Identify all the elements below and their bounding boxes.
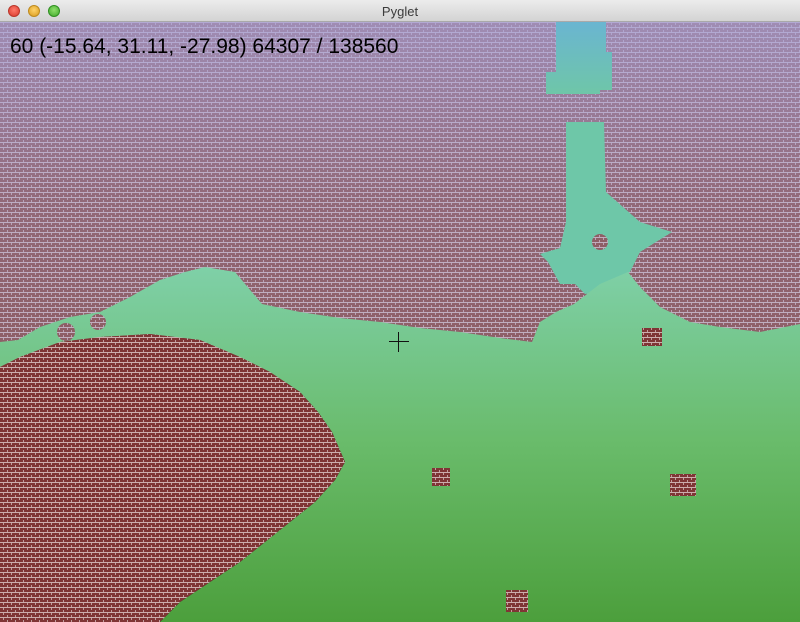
crosshair: [389, 332, 409, 352]
brick-block: [432, 468, 450, 486]
game-window: Pyglet 60 (-15.64, 31.11, -27.98) 64307 …: [0, 0, 800, 622]
brick-block: [642, 328, 662, 346]
brick-blob: [90, 314, 106, 330]
title-bar[interactable]: Pyglet: [0, 0, 800, 22]
brick-blob: [592, 234, 608, 250]
game-viewport[interactable]: [0, 22, 800, 622]
brick-block: [506, 590, 528, 612]
window-title: Pyglet: [381, 4, 419, 19]
brick-blob: [57, 323, 75, 341]
world-render: [0, 22, 800, 622]
hud-stats-label: 60 (-15.64, 31.11, -27.98) 64307 / 13856…: [10, 35, 399, 58]
brick-block: [670, 474, 696, 496]
